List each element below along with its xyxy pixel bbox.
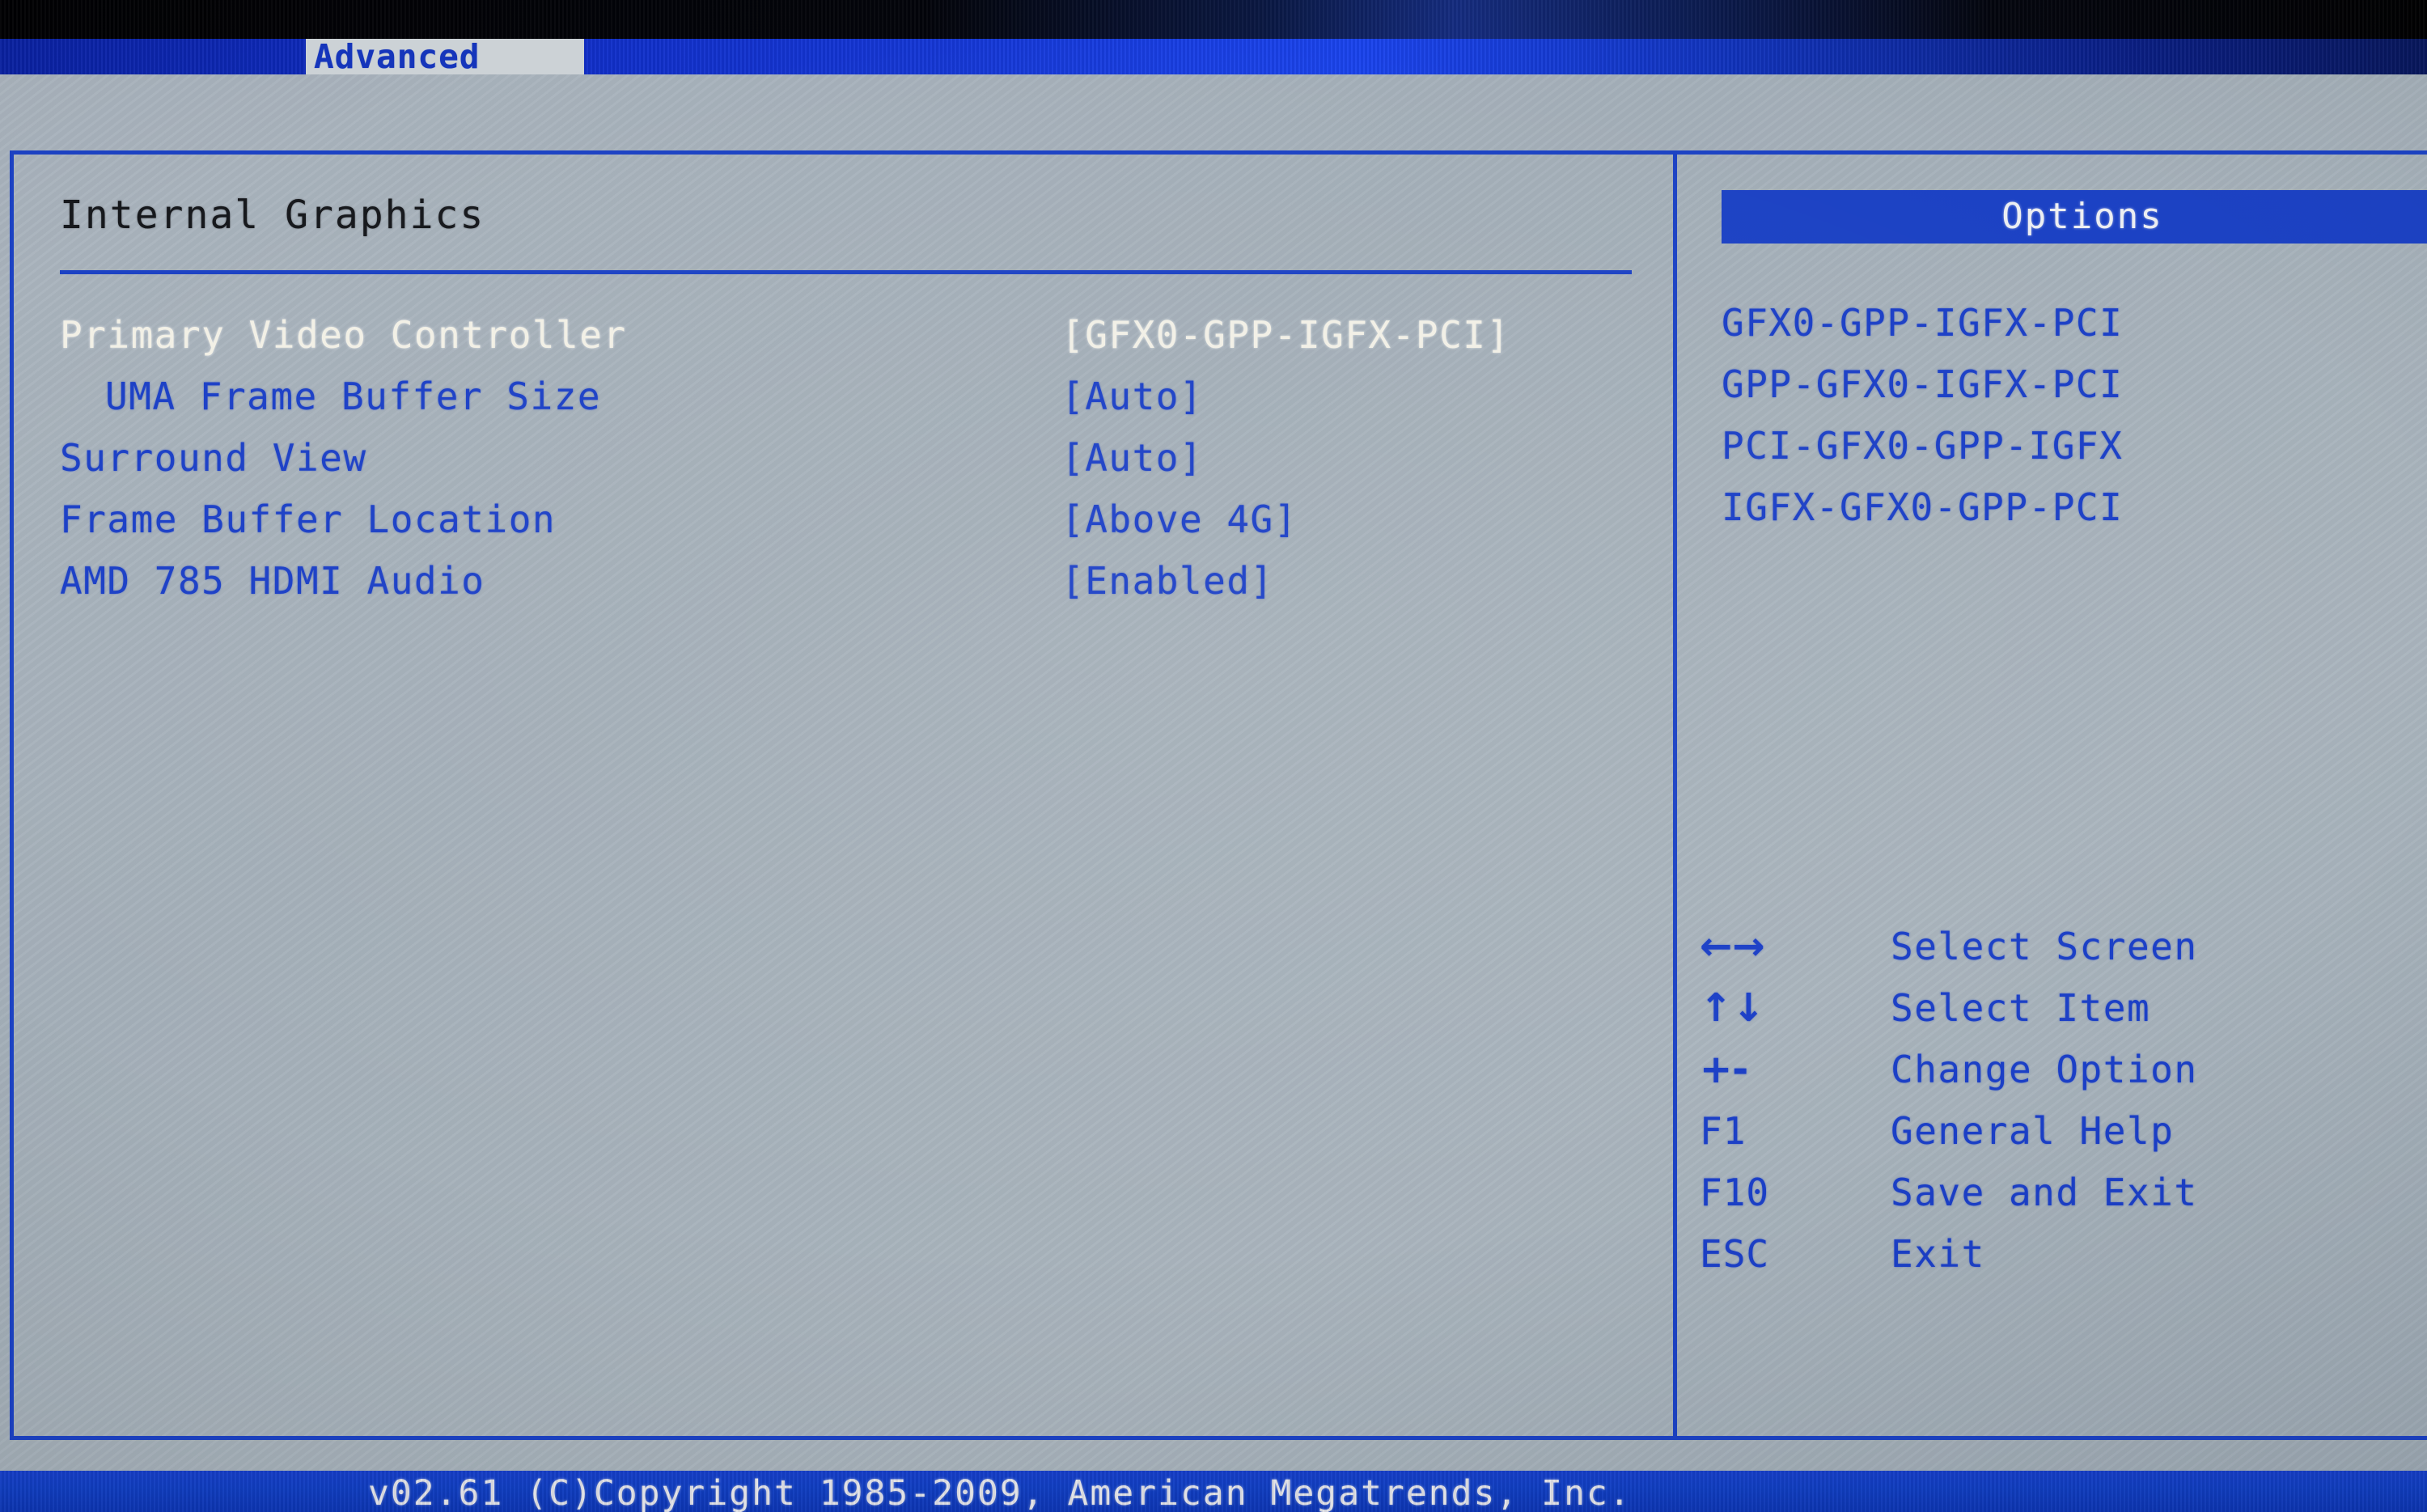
- key-help-description: Select Item: [1891, 986, 2151, 1030]
- setting-row-surround-view[interactable]: Surround View [Auto]: [10, 427, 1673, 489]
- plus-minus-icon: +-: [1700, 1047, 1749, 1092]
- key-help-row-select-item: ↑↓ Select Item: [1700, 977, 2427, 1039]
- key-help-description: Select Screen: [1891, 925, 2198, 968]
- setting-row-amd-785-hdmi-audio[interactable]: AMD 785 HDMI Audio [Enabled]: [10, 550, 1673, 612]
- f10-key-label: F10: [1700, 1171, 1770, 1214]
- setting-value[interactable]: [GFX0-GPP-IGFX-PCI]: [1061, 304, 1510, 366]
- key-help-row-change-option: +- Change Option: [1700, 1039, 2427, 1100]
- key-help-description: General Help: [1891, 1109, 2175, 1153]
- left-right-arrow-icon: ←→: [1700, 924, 1765, 969]
- esc-key-label: ESC: [1700, 1232, 1770, 1276]
- options-pane: Options GFX0-GPP-IGFX-PCI GPP-GFX0-IGFX-…: [1677, 150, 2427, 1440]
- setting-label: AMD 785 HDMI Audio: [60, 559, 485, 603]
- option-item[interactable]: GFX0-GPP-IGFX-PCI: [1722, 292, 2427, 354]
- options-panel-header: Options: [1722, 190, 2427, 244]
- settings-list: Primary Video Controller [GFX0-GPP-IGFX-…: [10, 304, 1673, 612]
- key-help-row-save-and-exit: F10 Save and Exit: [1700, 1162, 2427, 1223]
- option-item[interactable]: PCI-GFX0-GPP-IGFX: [1722, 415, 2427, 476]
- footer-bar: v02.61 (C)Copyright 1985-2009, American …: [0, 1471, 2427, 1512]
- setting-value[interactable]: [Above 4G]: [1061, 489, 1298, 550]
- f1-key-label: F1: [1700, 1109, 1747, 1153]
- up-down-arrow-icon: ↑↓: [1700, 985, 1765, 1031]
- key-help-description: Save and Exit: [1891, 1171, 2198, 1214]
- key-help-legend: ←→ Select Screen ↑↓ Select Item +- Chang…: [1700, 916, 2427, 1285]
- setting-row-primary-video-controller[interactable]: Primary Video Controller [GFX0-GPP-IGFX-…: [10, 304, 1673, 366]
- copyright-text: v02.61 (C)Copyright 1985-2009, American …: [368, 1473, 1632, 1512]
- setting-row-uma-frame-buffer-size[interactable]: UMA Frame Buffer Size [Auto]: [10, 366, 1673, 427]
- setting-label: Surround View: [60, 436, 367, 480]
- key-help-description: Exit: [1891, 1232, 1985, 1276]
- section-title-internal-graphics: Internal Graphics: [60, 193, 485, 238]
- section-title-rule: [60, 270, 1632, 274]
- setting-value[interactable]: [Enabled]: [1061, 550, 1274, 612]
- setting-value[interactable]: [Auto]: [1061, 366, 1203, 427]
- setting-label: UMA Frame Buffer Size: [105, 375, 602, 418]
- setting-label: Frame Buffer Location: [60, 498, 557, 541]
- key-help-description: Change Option: [1891, 1048, 2198, 1091]
- setting-value[interactable]: [Auto]: [1061, 427, 1203, 489]
- screen-top-bezel-glare: [0, 0, 2427, 40]
- key-help-row-general-help: F1 General Help: [1700, 1100, 2427, 1162]
- setting-label: Primary Video Controller: [60, 313, 627, 357]
- key-help-row-select-screen: ←→ Select Screen: [1700, 916, 2427, 977]
- option-item[interactable]: IGFX-GFX0-GPP-PCI: [1722, 476, 2427, 538]
- option-item[interactable]: GPP-GFX0-IGFX-PCI: [1722, 354, 2427, 415]
- key-help-row-exit: ESC Exit: [1700, 1223, 2427, 1285]
- tab-advanced[interactable]: Advanced: [306, 39, 584, 74]
- settings-pane: Internal Graphics Primary Video Controll…: [10, 150, 1673, 1440]
- bios-setup-screen: Advanced Internal Graphics Primary Video…: [0, 0, 2427, 1512]
- setting-row-frame-buffer-location[interactable]: Frame Buffer Location [Above 4G]: [10, 489, 1673, 550]
- options-list: GFX0-GPP-IGFX-PCI GPP-GFX0-IGFX-PCI PCI-…: [1722, 292, 2427, 538]
